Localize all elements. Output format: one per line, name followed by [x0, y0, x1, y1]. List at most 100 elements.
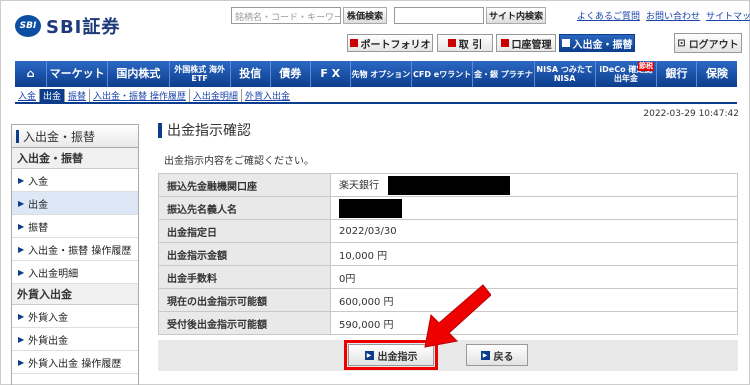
arrow-right-icon: ▶ [18, 175, 25, 185]
title-bar-icon [158, 122, 162, 138]
logo-mark: SBI [15, 15, 41, 37]
nav-trade[interactable]: 取 引 [437, 34, 493, 52]
header-links: よくあるご質問お問い合わせサイトマップ [577, 9, 750, 22]
nav-bank[interactable]: 銀行 [657, 61, 697, 87]
nav-gold[interactable]: 金・銀 プラチナ [473, 61, 535, 87]
sidebar-item-foreign-history[interactable]: ▶ 外貨入出金 操作履歴 [12, 351, 138, 374]
table-row: 振込先名義人名 [158, 196, 738, 220]
nav-trade-label: 取 引 [458, 39, 483, 51]
nav-cfd[interactable]: CFD eワラント [412, 61, 474, 87]
sidebar-item-transfer[interactable]: ▶ 振替 [12, 215, 138, 238]
deposit-icon [561, 39, 570, 47]
main-nav: ⌂ マーケット 国内株式 外国株式 海外ETF 投信 債券 F X 先物 オプシ… [15, 61, 737, 87]
row-value [330, 196, 738, 220]
nav-account[interactable]: 口座管理 [496, 34, 556, 52]
sub-nav: 入金 出金 振替 入出金・振替 操作履歴 入出金明細 外貨入出金 [15, 88, 737, 104]
portfolio-icon [349, 39, 358, 47]
home-icon[interactable]: ⌂ [15, 61, 47, 87]
sidebar-item-label: 外貨入出金 操作履歴 [28, 358, 122, 370]
subnav-withdraw[interactable]: 出金 [40, 88, 66, 102]
back-label: 戻る [493, 351, 514, 363]
sidebar-item-label: 入出金明細 [28, 268, 79, 280]
nav-bonds[interactable]: 債券 [271, 61, 311, 87]
sidebar: 入出金・振替 入出金・振替 ▶ 入金 ▶ 出金 ▶ 振替 ▶ 入出金・振替 操作履歴 ▶… [11, 124, 139, 385]
sidebar-section-deposit: 入出金・振替 [12, 148, 138, 169]
nav-portfolio-label: ポートフォリオ [360, 39, 431, 51]
nav-nisa[interactable]: NISA つみたてNISA [535, 61, 596, 87]
sidebar-item-label: 出金 [28, 199, 49, 211]
page-title: 出金指示確認 [158, 120, 740, 140]
faq-link[interactable]: よくあるご質問 [577, 12, 640, 22]
arrow-right-icon: ▶ [18, 334, 25, 344]
logout-button[interactable]: ⊡ ログアウト [674, 33, 742, 53]
row-value: 10,000 円 [330, 242, 738, 266]
subnav-transfer[interactable]: 振替 [65, 88, 91, 102]
nav-deposit-transfer[interactable]: 入出金・振替 [559, 34, 635, 52]
sidebar-item-foreign-deposit[interactable]: ▶ 外貨入金 [12, 305, 138, 328]
site-search-button[interactable]: サイト内検索 [486, 7, 546, 24]
nav-fx[interactable]: F X [311, 61, 351, 87]
row-value: 楽天銀行 [330, 173, 738, 197]
page-frame: SBI SBI証券 銘柄名・コード・キーワード 株価検索 サイト内検索 よくある… [0, 0, 750, 385]
trade-icon [447, 39, 456, 47]
play-icon: ▶ [480, 350, 490, 360]
nav-insurance[interactable]: 保険 [697, 61, 737, 87]
redacted-block [388, 175, 511, 195]
account-icon [500, 39, 509, 47]
subnav-foreign[interactable]: 外貨入出金 [242, 89, 293, 102]
timestamp: 2022-03-29 10:47:42 [643, 109, 739, 119]
nav-funds[interactable]: 投信 [231, 61, 271, 87]
sidebar-title-label: 入出金・振替 [23, 129, 96, 144]
site-search-input[interactable] [394, 7, 484, 24]
sbi-logo[interactable]: SBI SBI証券 [15, 13, 120, 39]
page-title-label: 出金指示確認 [167, 123, 251, 139]
nav-account-label: 口座管理 [511, 39, 552, 51]
logout-icon: ⊡ [677, 37, 686, 49]
table-row: 振込先金融機関口座 楽天銀行 [158, 173, 738, 197]
arrow-right-icon: ▶ [18, 311, 25, 321]
sidebar-item-statement[interactable]: ▶ 入出金明細 [12, 261, 138, 284]
nav-futures[interactable]: 先物 オプション [351, 61, 412, 87]
subnav-history[interactable]: 入出金・振替 操作履歴 [90, 88, 190, 102]
nav-ideco[interactable]: iDeCo 確定拠出年金 節税 [595, 61, 657, 87]
intro-text: 出金指示内容をご確認ください。 [164, 156, 314, 167]
row-label: 受付後出金指示可能額 [158, 311, 331, 335]
nav-portfolio[interactable]: ポートフォリオ [347, 34, 433, 52]
sidebar-item-history[interactable]: ▶ 入出金・振替 操作履歴 [12, 238, 138, 261]
logout-label: ログアウト [688, 39, 739, 51]
nav-market[interactable]: マーケット [47, 61, 109, 87]
sidebar-item-label: 入金 [28, 176, 49, 188]
redacted-block [339, 198, 402, 218]
sidebar-item-label: 入出金・振替 操作履歴 [28, 245, 132, 257]
title-bar-icon [16, 129, 19, 143]
logo-text: SBI証券 [46, 17, 121, 38]
subnav-deposit[interactable]: 入金 [15, 88, 41, 102]
nav-domestic-stocks[interactable]: 国内株式 [108, 61, 170, 87]
row-value: 2022/03/30 [330, 219, 738, 243]
sidebar-section-foreign: 外貨入出金 [12, 284, 138, 305]
subnav-statement[interactable]: 入出金明細 [190, 88, 242, 102]
arrow-right-icon: ▶ [18, 198, 25, 208]
arrow-right-icon: ▶ [18, 267, 25, 277]
sidebar-item-deposit[interactable]: ▶ 入金 [12, 169, 138, 192]
arrow-right-icon: ▶ [18, 244, 25, 254]
sidebar-item-withdraw[interactable]: ▶ 出金 [12, 192, 138, 215]
row-label: 出金手数料 [158, 265, 331, 289]
stock-search-button[interactable]: 株価検索 [343, 7, 387, 24]
contact-link[interactable]: お問い合わせ [646, 12, 700, 22]
arrow-right-icon: ▶ [18, 221, 25, 231]
sidebar-item-foreign-withdraw[interactable]: ▶ 外貨出金 [12, 328, 138, 351]
row-label: 現在の出金指示可能額 [158, 288, 331, 312]
sitemap-link[interactable]: サイトマップ [706, 12, 750, 22]
pointer-arrow-icon [424, 284, 491, 348]
table-row: 出金指定日 2022/03/30 [158, 219, 738, 243]
sidebar-item-label: 外貨出金 [28, 335, 69, 347]
nav-foreign-stocks[interactable]: 外国株式 海外ETF [170, 61, 231, 87]
stock-search-input[interactable]: 銘柄名・コード・キーワード [231, 7, 341, 24]
sidebar-item-label: 振替 [28, 222, 49, 234]
arrow-right-icon: ▶ [18, 357, 25, 367]
sidebar-item-label: 外貨入金 [28, 312, 69, 324]
bank-name: 楽天銀行 [339, 180, 379, 191]
row-value: 590,000 円 [330, 311, 738, 335]
row-value: 0円 [330, 265, 738, 289]
